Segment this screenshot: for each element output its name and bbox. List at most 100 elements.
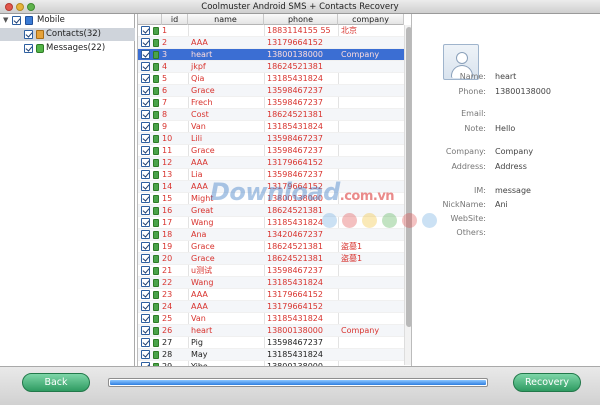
table-row[interactable]: 24 AAA 13179664152 xyxy=(138,301,404,313)
cell-id: 3 xyxy=(162,50,168,59)
zoom-window-button[interactable] xyxy=(27,3,35,11)
tree-item-label: Contacts(32) xyxy=(46,29,101,39)
cell-phone: 13179664152 xyxy=(267,302,323,311)
row-checkbox[interactable] xyxy=(141,110,150,119)
column-header-company[interactable]: company xyxy=(338,14,404,25)
table-row[interactable]: 2 AAA 13179664152 xyxy=(138,37,404,49)
table-row[interactable]: 27 Pig 13598467237 xyxy=(138,337,404,349)
row-checkbox[interactable] xyxy=(141,158,150,167)
cell-company: 北京 xyxy=(341,26,357,35)
table-row[interactable]: 7 Frech 13598467237 xyxy=(138,97,404,109)
row-checkbox[interactable] xyxy=(141,206,150,215)
cell-company xyxy=(339,145,403,157)
tree-item-messages[interactable]: Messages(22) xyxy=(0,42,135,55)
cell-id: 27 xyxy=(162,338,173,347)
detail-label: Name: xyxy=(459,72,486,81)
contact-icon xyxy=(153,87,159,95)
table-row[interactable]: 26 heart 13800138000 Company xyxy=(138,325,404,337)
mobile-checkbox[interactable] xyxy=(12,16,21,25)
column-header-name[interactable]: name xyxy=(188,14,264,25)
table-row[interactable]: 6 Grace 13598467237 xyxy=(138,85,404,97)
cell-company xyxy=(339,73,403,85)
row-checkbox[interactable] xyxy=(141,218,150,227)
table-row[interactable]: 28 May 13185431824 xyxy=(138,349,404,361)
row-checkbox[interactable] xyxy=(141,194,150,203)
row-checkbox[interactable] xyxy=(141,314,150,323)
row-checkbox[interactable] xyxy=(141,326,150,335)
minimize-window-button[interactable] xyxy=(16,3,24,11)
table-row[interactable]: 3 heart 13800138000 Company xyxy=(138,49,404,61)
row-checkbox[interactable] xyxy=(141,242,150,251)
tree-root-label: Mobile xyxy=(37,15,65,25)
cell-name: jkpf xyxy=(191,62,206,71)
cell-name: Grace xyxy=(191,242,215,251)
row-checkbox[interactable] xyxy=(141,350,150,359)
close-window-button[interactable] xyxy=(5,3,13,11)
cell-id: 22 xyxy=(162,278,173,287)
row-checkbox[interactable] xyxy=(141,170,150,179)
cell-phone: 18624521381 xyxy=(267,110,323,119)
row-checkbox[interactable] xyxy=(141,302,150,311)
cell-id: 18 xyxy=(162,230,173,239)
row-checkbox[interactable] xyxy=(141,230,150,239)
row-checkbox[interactable] xyxy=(141,98,150,107)
table-row[interactable]: 19 Grace 18624521381 盗墓1 xyxy=(138,241,404,253)
tree-item-contacts[interactable]: Contacts(32) xyxy=(0,28,135,41)
contact-icon xyxy=(153,243,159,251)
tree-root-mobile[interactable]: ▼ Mobile xyxy=(0,14,135,27)
row-checkbox[interactable] xyxy=(141,278,150,287)
table-row[interactable]: 20 Grace 18624521381 盗墓1 xyxy=(138,253,404,265)
row-checkbox[interactable] xyxy=(141,338,150,347)
contact-icon xyxy=(153,183,159,191)
table-row[interactable]: 10 Lili 13598467237 xyxy=(138,133,404,145)
cell-phone: 13185431824 xyxy=(267,350,323,359)
table-row[interactable]: 5 Qia 13185431824 xyxy=(138,73,404,85)
table-row[interactable]: 18 Ana 13420467237 xyxy=(138,229,404,241)
table-row[interactable]: 12 AAA 13179664152 xyxy=(138,157,404,169)
contacts-checkbox[interactable] xyxy=(24,30,33,39)
column-header-phone[interactable]: phone xyxy=(264,14,338,25)
detail-label: IM: xyxy=(474,186,486,195)
cell-name: Frech xyxy=(191,98,213,107)
column-header-id[interactable]: id xyxy=(162,14,188,25)
table-row[interactable]: 4 jkpf 18624521381 xyxy=(138,61,404,73)
row-checkbox[interactable] xyxy=(141,266,150,275)
cell-name xyxy=(189,25,263,37)
row-checkbox[interactable] xyxy=(141,146,150,155)
row-checkbox[interactable] xyxy=(141,122,150,131)
messages-checkbox[interactable] xyxy=(24,44,33,53)
table-row[interactable]: 11 Grace 13598467237 xyxy=(138,145,404,157)
contact-detail-panel: Name: heart Phone: 13800138000 Email: Note: He… xyxy=(413,14,600,366)
row-checkbox[interactable] xyxy=(141,26,150,35)
table-row[interactable]: 25 Van 13185431824 xyxy=(138,313,404,325)
row-checkbox[interactable] xyxy=(141,290,150,299)
row-checkbox[interactable] xyxy=(141,86,150,95)
table-row[interactable]: 9 Van 13185431824 xyxy=(138,121,404,133)
bottom-toolbar: Back Recovery xyxy=(0,366,600,405)
table-row[interactable]: 8 Cost 18624521381 xyxy=(138,109,404,121)
detail-value: 13800138000 xyxy=(495,87,551,96)
row-checkbox[interactable] xyxy=(141,50,150,59)
table-row[interactable]: 1 1883114155 55 北京 xyxy=(138,25,404,37)
select-column-header[interactable] xyxy=(138,14,162,25)
table-row[interactable]: 22 Wang 13185431824 xyxy=(138,277,404,289)
row-checkbox[interactable] xyxy=(141,62,150,71)
disclosure-triangle-icon[interactable]: ▼ xyxy=(3,14,8,27)
cell-id: 23 xyxy=(162,290,173,299)
table-row[interactable]: 23 AAA 13179664152 xyxy=(138,289,404,301)
detail-label: Phone: xyxy=(458,87,486,96)
cell-phone: 13179664152 xyxy=(267,290,323,299)
table-row[interactable]: 21 u测试 13598467237 xyxy=(138,265,404,277)
row-checkbox[interactable] xyxy=(141,254,150,263)
row-checkbox[interactable] xyxy=(141,134,150,143)
detail-label: Company: xyxy=(445,147,486,156)
contact-icon xyxy=(153,267,159,275)
row-checkbox[interactable] xyxy=(141,38,150,47)
cell-id: 10 xyxy=(162,134,173,143)
row-checkbox[interactable] xyxy=(141,74,150,83)
detail-label: Note: xyxy=(464,124,486,133)
row-checkbox[interactable] xyxy=(141,182,150,191)
cell-id: 9 xyxy=(162,122,168,131)
recovery-button[interactable]: Recovery xyxy=(513,373,581,392)
back-button[interactable]: Back xyxy=(22,373,90,392)
